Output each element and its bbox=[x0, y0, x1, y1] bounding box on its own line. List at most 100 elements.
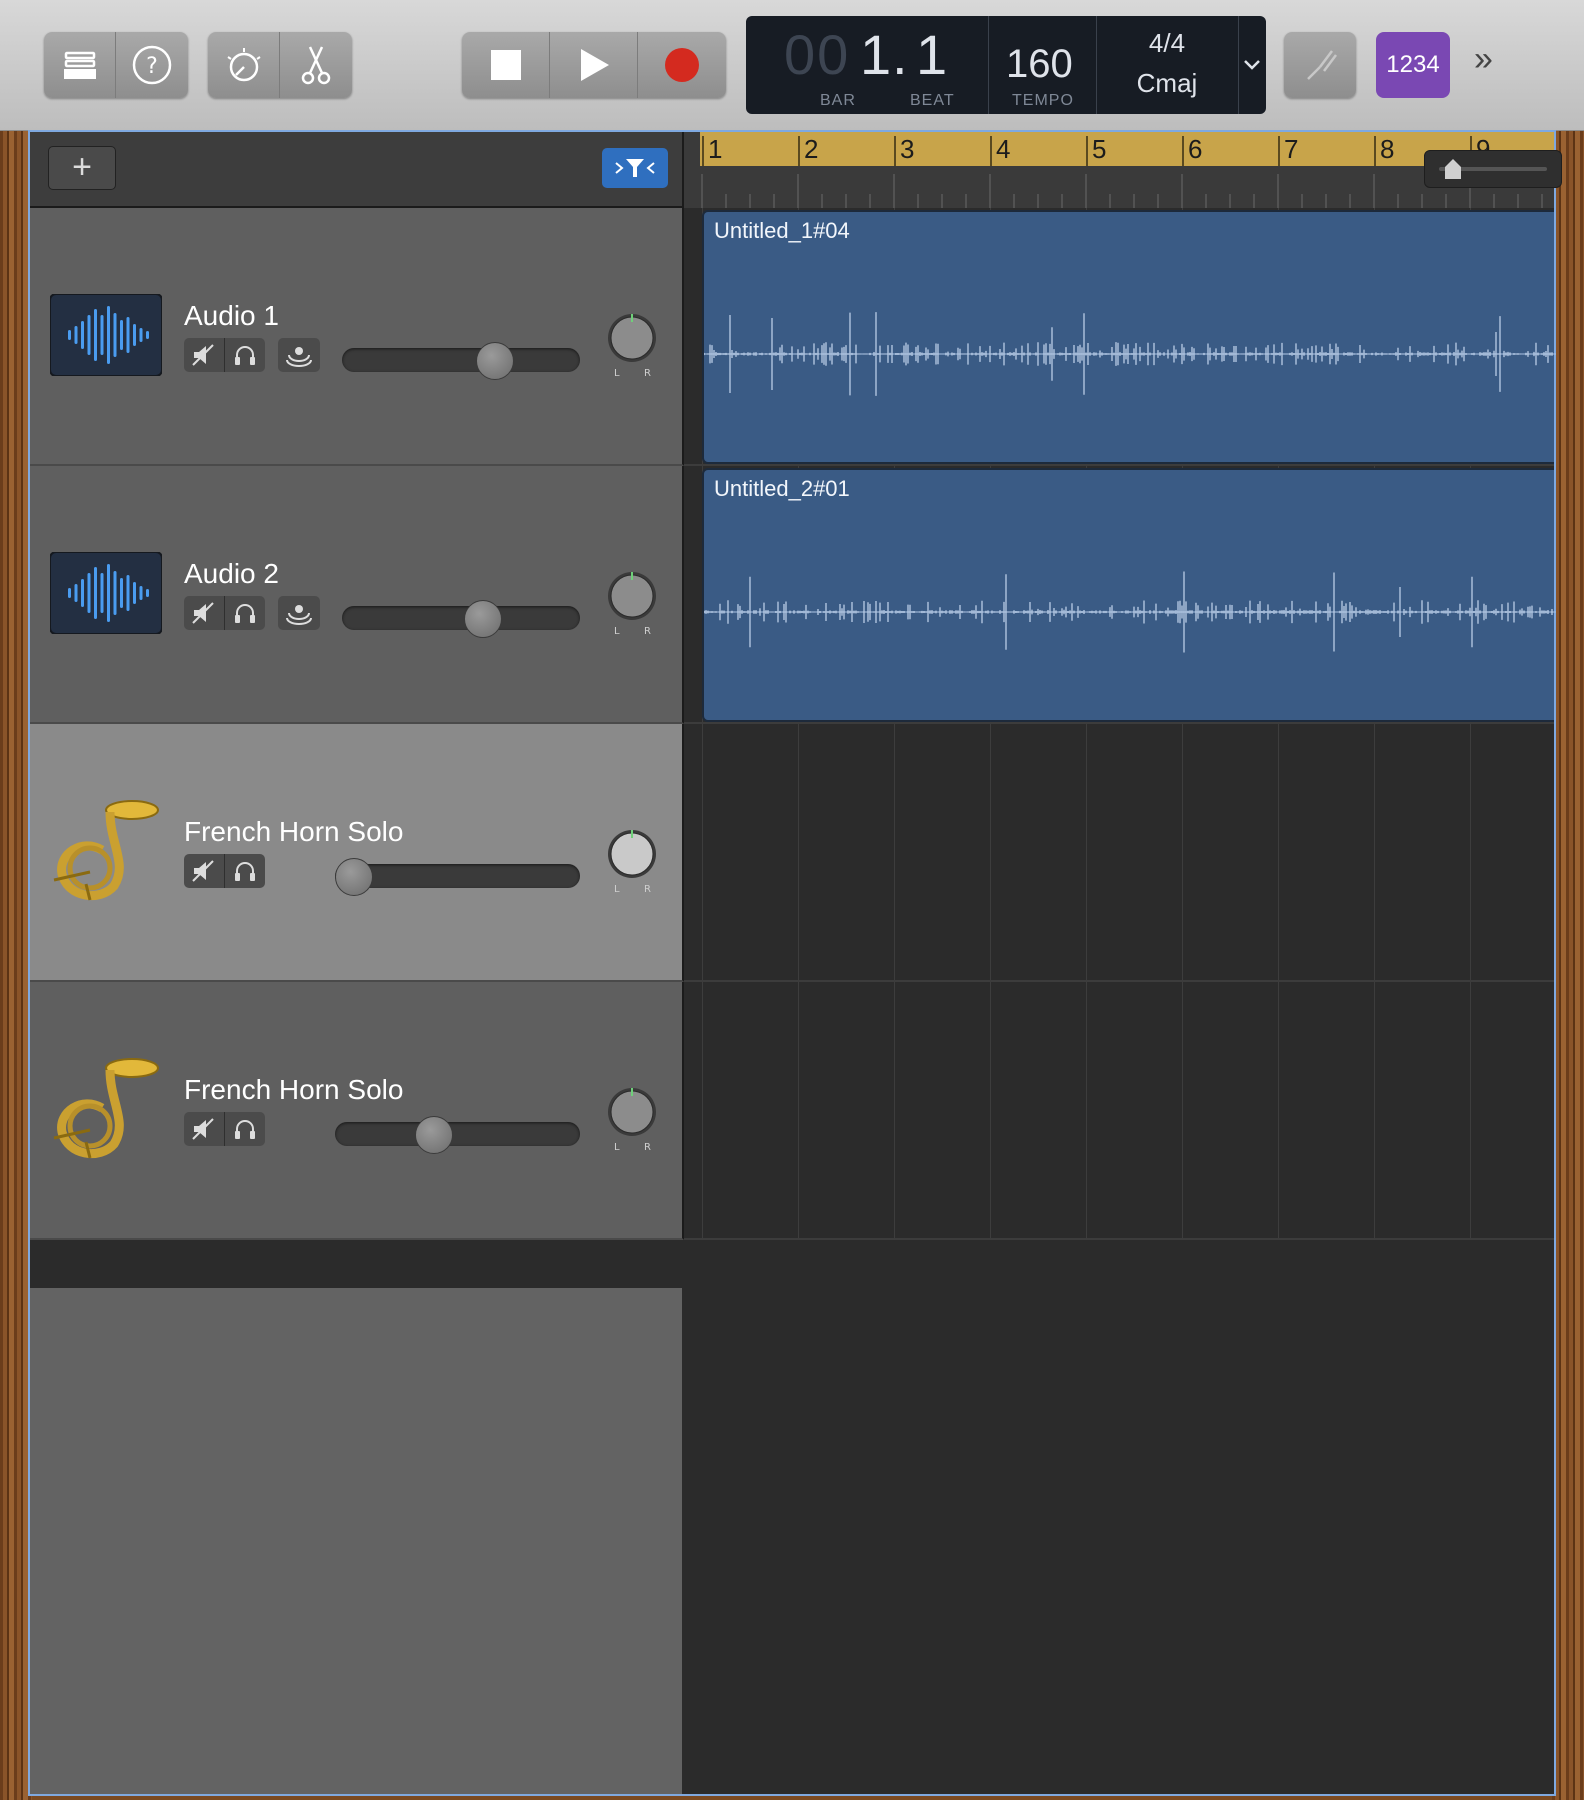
audio-region[interactable]: Untitled_1#04 bbox=[702, 210, 1556, 464]
library-button[interactable] bbox=[44, 32, 116, 98]
zoom-slider[interactable] bbox=[1424, 150, 1562, 188]
bar-number: 3 bbox=[900, 134, 915, 164]
french-horn-icon bbox=[53, 1058, 159, 1159]
track-header[interactable]: French Horn Solo L R bbox=[30, 982, 684, 1240]
transport-group bbox=[462, 32, 726, 98]
track-header[interactable]: Audio 2LR bbox=[30, 466, 684, 724]
bar-tick bbox=[1374, 136, 1376, 166]
bar-tick bbox=[798, 136, 800, 166]
record-button[interactable] bbox=[638, 32, 726, 98]
bar-number: 1 bbox=[708, 134, 723, 164]
bar-tick bbox=[1278, 136, 1280, 166]
track-name: French Horn Solo bbox=[184, 1074, 404, 1105]
record-icon bbox=[665, 48, 699, 82]
tracks-area: + 123456789 Audio 1 L R Audio 2 L R French Hor… bbox=[28, 130, 1562, 1796]
region-waveform bbox=[704, 312, 1556, 396]
svg-text:?: ? bbox=[146, 54, 158, 79]
mute-button[interactable] bbox=[184, 854, 225, 888]
pan-knob[interactable]: LR bbox=[604, 1084, 660, 1156]
speaker-mute-icon bbox=[192, 860, 214, 882]
mute-button[interactable] bbox=[184, 1112, 225, 1146]
lcd-dot: . bbox=[892, 23, 910, 86]
count-in-button[interactable]: 1234 bbox=[1376, 32, 1450, 98]
zoom-slider-thumb[interactable] bbox=[1443, 157, 1463, 181]
volume-slider-knob[interactable] bbox=[464, 600, 503, 638]
bar-number: 5 bbox=[1092, 134, 1107, 164]
volume-slider-knob[interactable] bbox=[476, 342, 515, 380]
tuner-button[interactable] bbox=[1284, 32, 1356, 98]
headphones-icon bbox=[235, 346, 255, 365]
tuning-fork-icon bbox=[1307, 50, 1337, 80]
french-horn-icon bbox=[53, 800, 159, 901]
mute-button[interactable] bbox=[184, 596, 225, 630]
library-icon bbox=[63, 51, 96, 79]
svg-text:L: L bbox=[614, 626, 620, 637]
volume-slider[interactable] bbox=[342, 600, 580, 638]
lcd-bar-label: BAR bbox=[820, 92, 856, 109]
solo-button[interactable] bbox=[225, 1112, 265, 1146]
bar-tick bbox=[1086, 136, 1088, 166]
mute-button[interactable] bbox=[184, 338, 225, 372]
more-chevron-icon[interactable]: » bbox=[1474, 40, 1493, 79]
track-header[interactable]: French Horn Solo L R bbox=[30, 724, 684, 982]
svg-text:R: R bbox=[644, 884, 651, 895]
pan-knob[interactable]: LR bbox=[604, 826, 660, 898]
bar-number: 7 bbox=[1284, 134, 1299, 164]
smart-controls-button[interactable] bbox=[208, 32, 280, 98]
volume-slider-knob[interactable] bbox=[335, 858, 373, 896]
add-track-button[interactable]: + bbox=[48, 146, 116, 190]
time-signature: 4/4 bbox=[1148, 28, 1186, 58]
lcd-display[interactable]: 00 1 . 1 BAR BEAT 160 TEMPO 4/4 Cmaj bbox=[746, 16, 1266, 114]
volume-slider[interactable] bbox=[335, 858, 580, 896]
volume-slider[interactable] bbox=[335, 1116, 580, 1154]
key-signature: Cmaj bbox=[1136, 68, 1198, 98]
headphones-icon bbox=[235, 862, 255, 881]
speaker-mute-icon bbox=[192, 344, 214, 366]
smart-controls-icon bbox=[226, 48, 261, 82]
track-header[interactable]: Audio 1LR bbox=[30, 208, 684, 466]
speaker-mute-icon bbox=[192, 602, 214, 624]
timeline-ruler[interactable]: 123456789 bbox=[684, 132, 1562, 208]
svg-text:R: R bbox=[644, 368, 651, 379]
stop-button[interactable] bbox=[462, 32, 550, 98]
tempo-label: TEMPO bbox=[1012, 92, 1074, 109]
help-button[interactable]: ? bbox=[116, 32, 188, 98]
filter-button[interactable] bbox=[602, 148, 668, 188]
solo-button[interactable] bbox=[225, 338, 265, 372]
toolbar: ? 00 1 . 1 BAR BEAT 160 TEMPO 4/4 Cmaj 1… bbox=[0, 0, 1584, 131]
filter-icon bbox=[615, 159, 655, 177]
track-lanes[interactable]: Untitled_1#04 Untitled_2#01 bbox=[684, 208, 1556, 1794]
stop-icon bbox=[490, 50, 521, 80]
pan-knob[interactable]: LR bbox=[604, 568, 660, 640]
region-waveform bbox=[704, 571, 1556, 653]
mute-solo-group bbox=[184, 338, 265, 372]
help-icon: ? bbox=[132, 45, 172, 85]
svg-text:R: R bbox=[644, 626, 651, 637]
volume-slider[interactable] bbox=[342, 342, 580, 380]
lcd-dropdown-button[interactable] bbox=[1238, 16, 1266, 114]
pan-knob[interactable]: LR bbox=[604, 310, 660, 382]
track-name: Audio 2 bbox=[184, 558, 279, 589]
solo-button[interactable] bbox=[225, 854, 265, 888]
track-list-empty-area bbox=[30, 1288, 682, 1794]
wood-panel-right bbox=[1552, 130, 1584, 1800]
lcd-position: 00 1 . 1 BAR BEAT bbox=[746, 16, 989, 114]
input-monitor-button[interactable] bbox=[278, 338, 320, 372]
bar-number: 8 bbox=[1380, 134, 1395, 164]
track-header-bar: + bbox=[30, 132, 684, 208]
lcd-signature: 4/4 Cmaj bbox=[1096, 16, 1239, 114]
solo-button[interactable] bbox=[225, 596, 265, 630]
lcd-tempo: 160 TEMPO bbox=[988, 16, 1097, 114]
input-monitor-icon bbox=[286, 347, 312, 367]
mute-solo-group bbox=[184, 854, 265, 888]
chevron-down-icon bbox=[1244, 60, 1260, 70]
input-monitor-button[interactable] bbox=[278, 596, 320, 630]
mute-solo-group bbox=[184, 596, 265, 630]
play-button[interactable] bbox=[550, 32, 638, 98]
headphones-icon bbox=[235, 1120, 255, 1139]
audio-region[interactable]: Untitled_2#01 bbox=[702, 468, 1556, 722]
editor-button[interactable] bbox=[280, 32, 352, 98]
svg-text:L: L bbox=[614, 368, 620, 379]
volume-slider-knob[interactable] bbox=[414, 1116, 453, 1154]
input-monitor-icon bbox=[286, 605, 312, 625]
